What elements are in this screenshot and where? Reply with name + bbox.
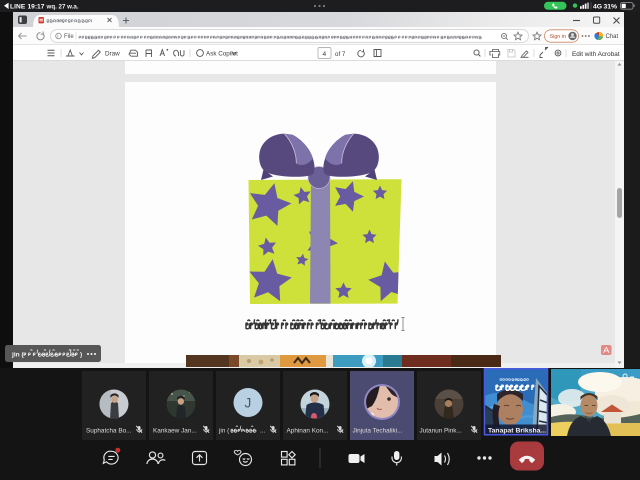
svg-text:4G: 4G (593, 4, 602, 11)
svg-text:jin (: jin ( (11, 351, 25, 358)
svg-text:Ask Copilot: Ask Copilot (206, 51, 238, 58)
svg-text:Jinjuta Techaliki...: Jinjuta Techaliki... (353, 428, 403, 435)
svg-text:): ) (80, 351, 82, 358)
svg-text:Chat: Chat (606, 34, 619, 40)
svg-text:19:17: 19:17 (28, 4, 45, 11)
svg-text:LINE: LINE (10, 4, 26, 11)
svg-text:File: File (64, 34, 74, 40)
svg-text:i: i (57, 34, 58, 40)
svg-text:wq. 27 w.a.: wq. 27 w.a. (46, 4, 79, 11)
svg-text:Suphatcha Bo...: Suphatcha Bo... (86, 428, 132, 435)
svg-text:Draw: Draw (105, 51, 120, 58)
svg-text:J: J (245, 396, 252, 411)
svg-text:jin (: jin ( (218, 428, 230, 435)
svg-text:Jutanun Pink...: Jutanun Pink... (420, 428, 463, 435)
svg-text:31%: 31% (604, 4, 618, 11)
svg-text:Sign in: Sign in (550, 34, 566, 40)
svg-text:Edit with Acrobat: Edit with Acrobat (572, 51, 620, 58)
svg-text:4: 4 (323, 51, 327, 58)
svg-text:Kankaew Jan...: Kankaew Jan... (153, 428, 197, 435)
svg-text:Aphinan Kon...: Aphinan Kon... (287, 428, 329, 435)
svg-text:...: ... (260, 428, 266, 435)
svg-text:Tanapat Briksha...: Tanapat Briksha... (488, 428, 546, 435)
svg-text:of 7: of 7 (335, 51, 346, 58)
